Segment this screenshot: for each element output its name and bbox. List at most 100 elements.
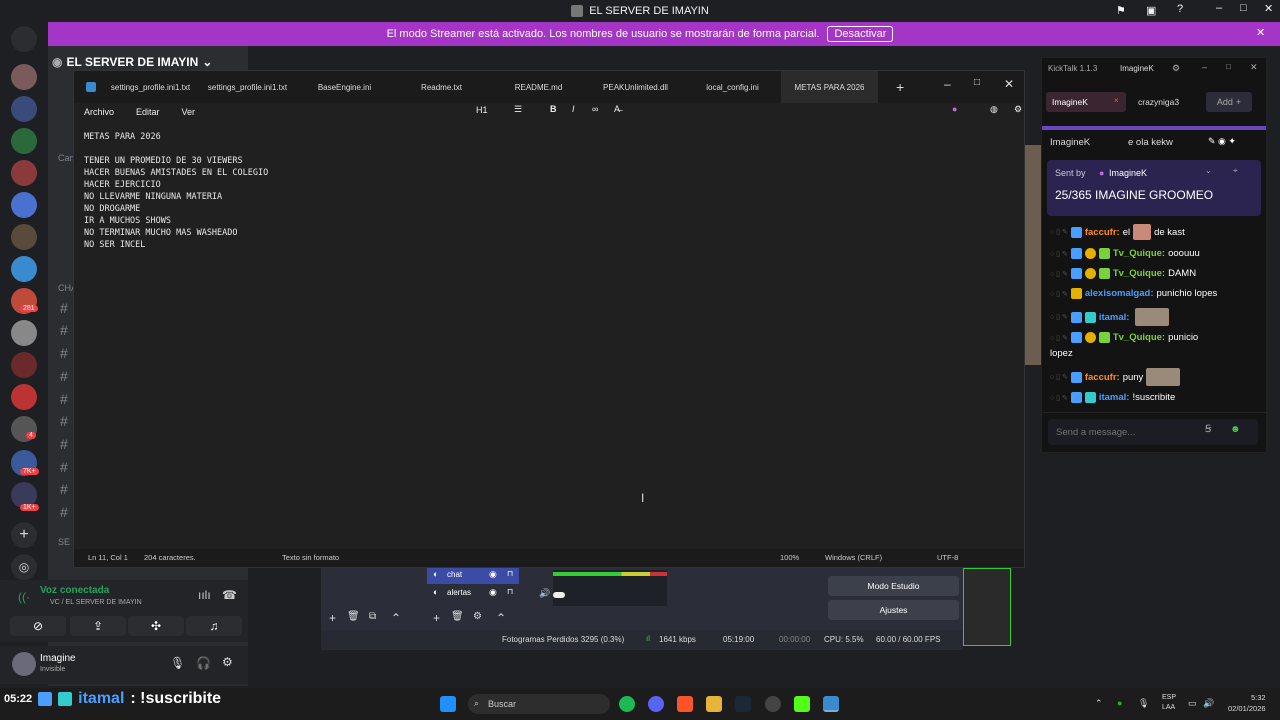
tab-file[interactable]: local_config.ini: [684, 71, 781, 103]
microphone-icon[interactable]: 🎙: [170, 656, 185, 670]
tab-file[interactable]: settings_profile.ini1.txt: [199, 71, 296, 103]
close-button[interactable]: ✕: [1250, 62, 1258, 73]
trash-icon[interactable]: 🗑: [451, 611, 464, 622]
server-header[interactable]: ◉ EL SERVER DE IMAYIN ⌄: [52, 52, 212, 72]
chat-user[interactable]: Tv_Quique:: [1113, 332, 1165, 343]
chevron-up-icon[interactable]: ⌃: [496, 611, 506, 625]
server-icon[interactable]: [11, 64, 37, 90]
message-actions-icon[interactable]: ○ ▯ ✎: [1050, 373, 1068, 381]
menu-ver[interactable]: Ver: [182, 107, 196, 117]
copilot-icon[interactable]: ●: [952, 104, 957, 114]
taskbar-search[interactable]: ⌕ Buscar: [468, 694, 610, 714]
close-button[interactable]: ✕: [1004, 77, 1014, 91]
message-actions-icon[interactable]: ○ ▯ ✎: [1050, 313, 1068, 321]
minimize-button[interactable]: –: [1216, 2, 1222, 14]
channel-hash-icon[interactable]: #: [60, 459, 68, 475]
add-source-icon[interactable]: +: [433, 611, 440, 625]
chat-tab[interactable]: crazyniga3: [1138, 97, 1179, 107]
inbox-icon[interactable]: ⚑: [1116, 4, 1126, 17]
notepad-taskbar-icon[interactable]: [823, 696, 839, 712]
channel-hash-icon[interactable]: #: [60, 413, 68, 429]
channel-hash-icon[interactable]: #: [60, 436, 68, 452]
chat-user[interactable]: Tv_Quique:: [1113, 248, 1165, 259]
account-icon[interactable]: ◍: [990, 104, 998, 115]
obs-icon[interactable]: [765, 696, 781, 712]
tab-active[interactable]: METAS PARA 2026: [781, 71, 878, 103]
server-icon[interactable]: [11, 128, 37, 154]
discord-home-icon[interactable]: [11, 26, 37, 52]
visibility-icon[interactable]: ◉: [489, 587, 497, 598]
close-tab-icon[interactable]: ×: [1114, 96, 1119, 105]
activities-button[interactable]: ✣: [128, 616, 184, 636]
steam-icon[interactable]: [735, 696, 751, 712]
channel-hash-icon[interactable]: #: [60, 391, 68, 407]
brave-icon[interactable]: [677, 696, 693, 712]
message-actions-icon[interactable]: ○ ▯ ✎: [1050, 250, 1068, 258]
message-actions-icon[interactable]: ○ ▯ ✎: [1050, 334, 1068, 342]
server-icon[interactable]: [11, 352, 37, 378]
clock-time[interactable]: 5:32: [1251, 693, 1266, 702]
add-chat-button[interactable]: Add +: [1206, 92, 1252, 112]
user-label[interactable]: ImagineK: [1120, 64, 1154, 73]
mic-tray-icon[interactable]: 🎙: [1138, 698, 1149, 709]
voice-channel[interactable]: VC / EL SERVER DE IMAYIN: [50, 599, 142, 606]
close-banner-icon[interactable]: ✕: [1256, 26, 1265, 39]
volume-icon[interactable]: 🔊: [1203, 698, 1214, 709]
message-actions-icon[interactable]: ○ ▯ ✎: [1050, 270, 1068, 278]
source-row-alertas[interactable]: ◐ alertas ◉ ⊓: [427, 586, 519, 602]
chat-user[interactable]: itamal:: [1099, 312, 1130, 323]
chat-user[interactable]: itamal:: [1099, 392, 1130, 403]
server-icon[interactable]: [11, 384, 37, 410]
maximize-button[interactable]: □: [974, 77, 980, 88]
disconnect-icon[interactable]: ☎: [222, 588, 237, 602]
tab-file[interactable]: README.md: [490, 71, 587, 103]
channel-hash-icon[interactable]: #: [60, 345, 68, 361]
avatar[interactable]: [12, 652, 36, 676]
message-actions-icon[interactable]: ○ ▯ ✎: [1050, 394, 1068, 402]
server-icon[interactable]: [11, 224, 37, 250]
discover-icon[interactable]: ◎: [11, 554, 37, 580]
volume-slider[interactable]: [553, 592, 565, 598]
filter-icon[interactable]: ⧉: [369, 611, 376, 622]
bold-icon[interactable]: B: [550, 104, 557, 114]
source-row-chat[interactable]: ◐ chat ◉ ⊓: [427, 568, 519, 584]
link-icon[interactable]: ∞: [592, 104, 598, 114]
tab-file[interactable]: settings_profile.ini1.txt: [102, 71, 199, 103]
tray-chevron-icon[interactable]: ⌃: [1095, 698, 1103, 709]
chat-input[interactable]: [1048, 419, 1258, 445]
tab-file[interactable]: BaseEngine.ini: [296, 71, 393, 103]
server-icon[interactable]: [11, 192, 37, 218]
channel-hash-icon[interactable]: #: [60, 322, 68, 338]
minimize-button[interactable]: –: [1202, 62, 1207, 72]
settings-gear-icon[interactable]: ⚙: [1014, 104, 1022, 115]
add-server-icon[interactable]: +: [11, 522, 37, 548]
italic-icon[interactable]: I: [572, 104, 575, 114]
chat-user[interactable]: faccufr:: [1085, 227, 1120, 238]
screen-share-button[interactable]: ⇪: [70, 616, 126, 636]
soundboard-button[interactable]: ♫: [186, 616, 242, 636]
file-explorer-icon[interactable]: [706, 696, 722, 712]
discord-icon[interactable]: [648, 696, 664, 712]
emote-picker-icon[interactable]: ☻: [1230, 424, 1241, 435]
list-icon[interactable]: ☰: [514, 104, 522, 115]
maximize-button[interactable]: □: [1240, 2, 1247, 14]
server-icon[interactable]: [11, 160, 37, 186]
tray-app-icon[interactable]: ●: [1117, 698, 1122, 708]
channel-hash-icon[interactable]: #: [60, 368, 68, 384]
maximize-button[interactable]: □: [1226, 62, 1231, 71]
noise-suppression-icon[interactable]: ıılı: [198, 588, 211, 602]
speaker-icon[interactable]: 🔊: [539, 588, 550, 599]
headphones-icon[interactable]: 🎧: [196, 656, 211, 670]
channel-hash-icon[interactable]: #: [60, 300, 68, 316]
language-indicator[interactable]: ESP: [1162, 694, 1176, 701]
lock-icon[interactable]: ⊓: [507, 569, 513, 578]
visibility-icon[interactable]: ◉: [489, 569, 497, 580]
message-actions-icon[interactable]: ○ ▯ ✎: [1050, 228, 1068, 236]
spotify-icon[interactable]: [619, 696, 635, 712]
help-icon[interactable]: ?: [1177, 3, 1183, 15]
new-tab-icon[interactable]: +: [896, 79, 904, 95]
channel-hash-icon[interactable]: #: [60, 504, 68, 520]
trash-icon[interactable]: 🗑: [347, 611, 360, 622]
minimize-button[interactable]: –: [944, 77, 951, 91]
start-icon[interactable]: [440, 696, 456, 712]
